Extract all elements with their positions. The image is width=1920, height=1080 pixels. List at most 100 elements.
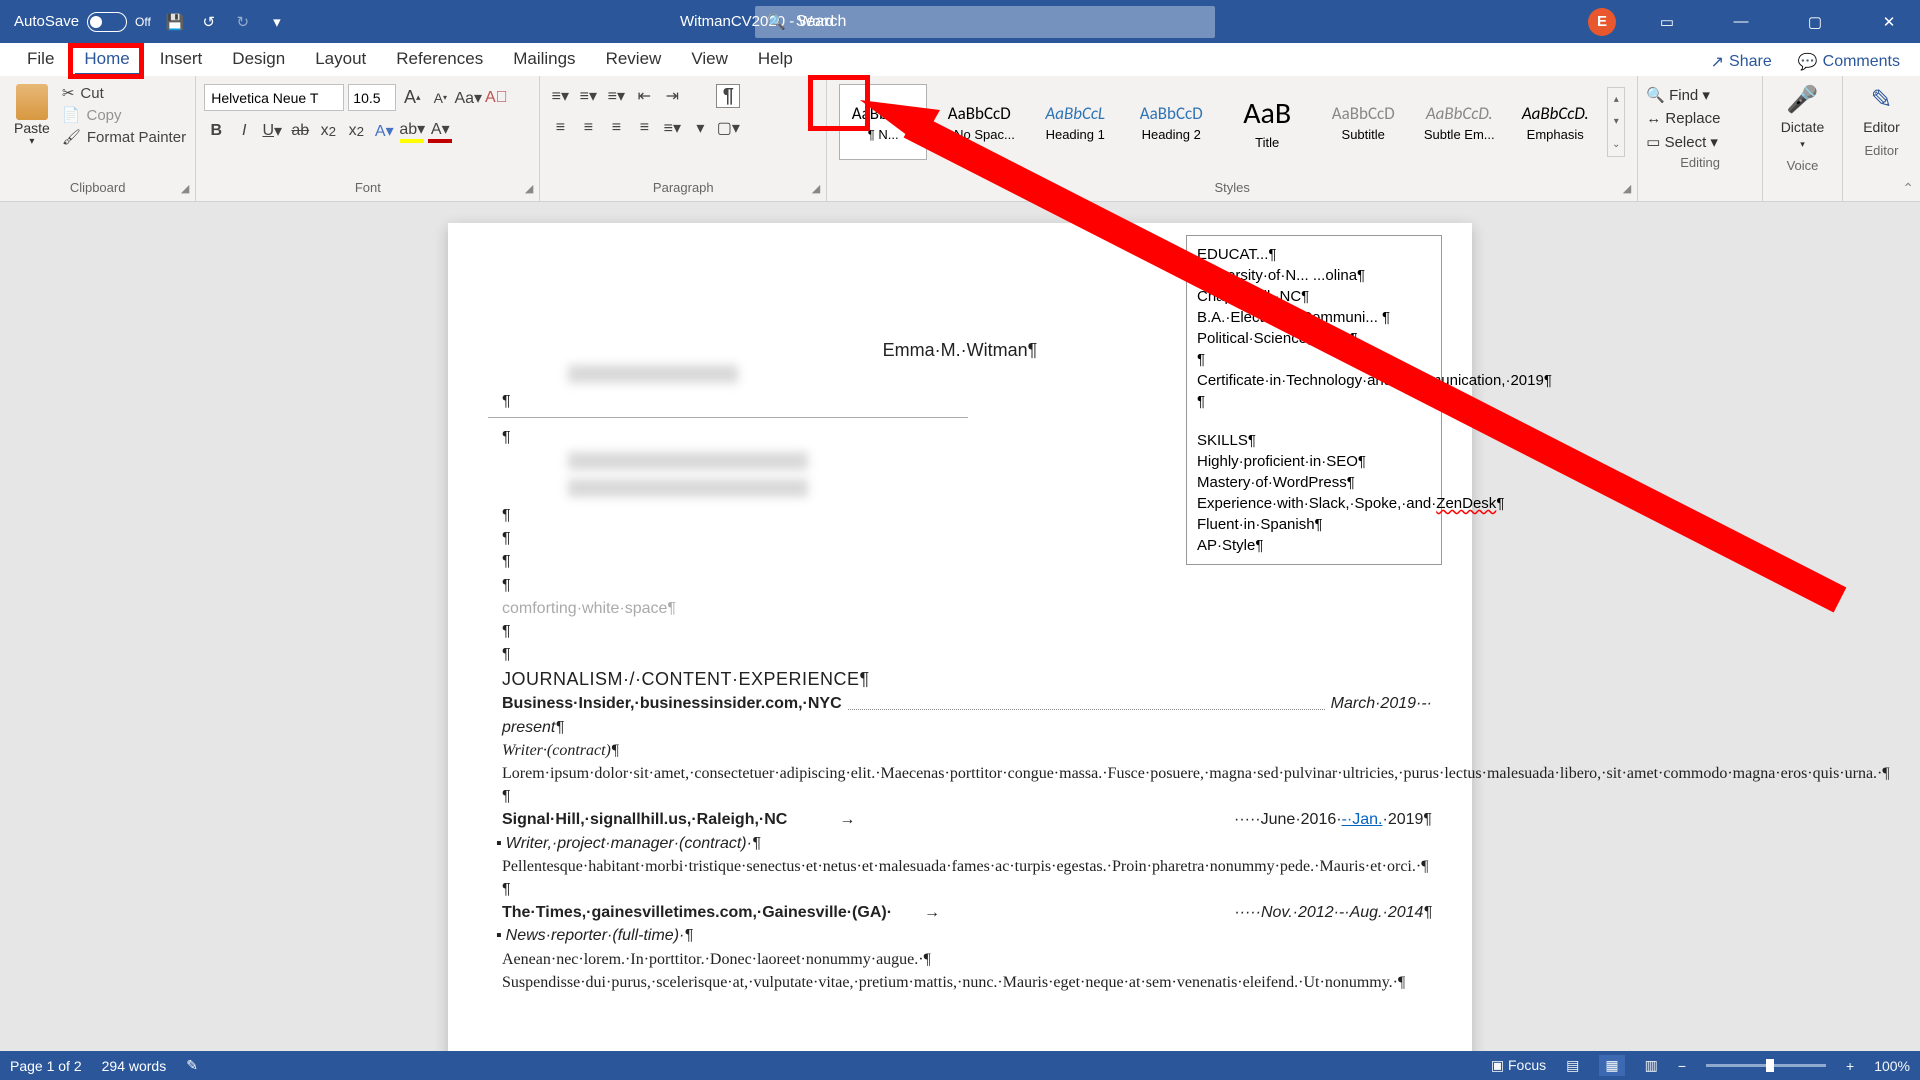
style-heading1[interactable]: AaBbCcLHeading 1 xyxy=(1031,84,1119,160)
font-launcher[interactable]: ◢ xyxy=(525,182,533,195)
strike-icon[interactable]: ab xyxy=(288,119,312,143)
borders-icon[interactable]: ▢▾ xyxy=(716,116,740,140)
clipboard-launcher[interactable]: ◢ xyxy=(181,182,189,195)
styles-launcher[interactable]: ◢ xyxy=(1623,182,1631,195)
italic-icon[interactable]: I xyxy=(232,119,256,143)
decrease-indent-icon[interactable]: ⇤ xyxy=(632,84,656,108)
undo-icon[interactable]: ↺ xyxy=(199,12,219,32)
tab-view[interactable]: View xyxy=(676,42,743,76)
font-size-input[interactable] xyxy=(348,84,396,111)
font-name-input[interactable] xyxy=(204,84,344,111)
tab-references[interactable]: References xyxy=(381,42,498,76)
share-button[interactable]: ↗Share xyxy=(1703,48,1780,76)
dictate-button[interactable]: 🎤 Dictate ▾ xyxy=(1771,80,1834,154)
replace-button[interactable]: ↔ Replace xyxy=(1646,110,1754,127)
increase-indent-icon[interactable]: ⇥ xyxy=(660,84,684,108)
multilevel-icon[interactable]: ≡▾ xyxy=(604,84,628,108)
print-layout-icon[interactable]: ▦ xyxy=(1599,1055,1624,1076)
paste-button[interactable]: Paste ▾ xyxy=(8,80,56,151)
text-effects-icon[interactable]: A▾ xyxy=(372,119,396,143)
shrink-font-icon[interactable]: A▾ xyxy=(428,86,452,110)
justify-icon[interactable]: ≡ xyxy=(632,116,656,140)
change-case-icon[interactable]: Aa▾ xyxy=(456,86,480,110)
bullets-icon[interactable]: ≡▾ xyxy=(548,84,572,108)
zoom-in-button[interactable]: + xyxy=(1846,1058,1854,1074)
search-input[interactable] xyxy=(796,13,1203,31)
line-spacing-icon[interactable]: ≡▾ xyxy=(660,116,684,140)
underline-icon[interactable]: U▾ xyxy=(260,119,284,143)
tab-design[interactable]: Design xyxy=(217,42,300,76)
shading-icon[interactable]: ▾ xyxy=(688,116,712,140)
paragraph-launcher[interactable]: ◢ xyxy=(812,182,820,195)
word-count[interactable]: 294 words xyxy=(102,1058,167,1074)
status-bar: Page 1 of 2 294 words ✎ ▣ Focus ▤ ▦ ▥ − … xyxy=(0,1051,1920,1080)
group-font-label: Font xyxy=(204,176,531,201)
read-mode-icon[interactable]: ▤ xyxy=(1566,1057,1579,1074)
autosave-label: AutoSave xyxy=(14,13,79,30)
focus-mode[interactable]: ▣ Focus xyxy=(1491,1057,1546,1074)
autosave-toggle[interactable]: AutoSave Off xyxy=(14,12,151,32)
maximize-button[interactable]: ▢ xyxy=(1792,0,1838,43)
minimize-button[interactable]: — xyxy=(1718,0,1764,43)
tab-file[interactable]: File xyxy=(12,42,69,76)
comments-button[interactable]: 💬Comments xyxy=(1790,48,1908,76)
format-painter-button[interactable]: 🖌Format Painter xyxy=(62,128,186,146)
cut-button[interactable]: ✂Cut xyxy=(62,84,186,102)
ribbon-display-icon[interactable]: ▭ xyxy=(1644,0,1690,43)
editor-icon: ✎ xyxy=(1871,84,1893,115)
subscript-icon[interactable]: x2 xyxy=(316,119,340,143)
document-canvas[interactable]: EDUCAT...¶ University·of·N... ...olina¶ … xyxy=(0,205,1920,1051)
paste-icon xyxy=(16,84,48,120)
group-voice-label: Voice xyxy=(1771,154,1834,179)
page-indicator[interactable]: Page 1 of 2 xyxy=(10,1058,82,1074)
tab-layout[interactable]: Layout xyxy=(300,42,381,76)
tab-mailings[interactable]: Mailings xyxy=(498,42,590,76)
search-box[interactable]: 🔍 xyxy=(755,6,1215,38)
annotation-home-box xyxy=(68,43,144,79)
proofing-icon[interactable]: ✎ xyxy=(186,1057,198,1074)
zoom-out-button[interactable]: − xyxy=(1678,1058,1686,1074)
redo-icon[interactable]: ↻ xyxy=(233,12,253,32)
align-left-icon[interactable]: ≡ xyxy=(548,116,572,140)
align-center-icon[interactable]: ≡ xyxy=(576,116,600,140)
superscript-icon[interactable]: x2 xyxy=(344,119,368,143)
align-right-icon[interactable]: ≡ xyxy=(604,116,628,140)
style-title[interactable]: AaBTitle xyxy=(1223,84,1311,160)
copy-icon: 📄 xyxy=(62,106,81,124)
editor-button[interactable]: ✎ Editor xyxy=(1851,80,1912,139)
styles-more-icon[interactable]: ▴▾⌄ xyxy=(1607,87,1625,157)
title-bar: AutoSave Off 💾 ↺ ↻ ▾ WitmanCV2020 - Word… xyxy=(0,0,1920,43)
find-button[interactable]: 🔍 Find ▾ xyxy=(1646,86,1754,104)
qat-more-icon[interactable]: ▾ xyxy=(267,12,287,32)
select-button[interactable]: ▭ Select ▾ xyxy=(1646,133,1754,151)
style-subtle-em[interactable]: AaBbCcD.Subtle Em... xyxy=(1415,84,1503,160)
style-subtitle[interactable]: AaBbCcDSubtitle xyxy=(1319,84,1407,160)
copy-button[interactable]: 📄Copy xyxy=(62,106,186,124)
highlight-icon[interactable]: ab▾ xyxy=(400,119,424,143)
font-color-icon[interactable]: A▾ xyxy=(428,119,452,143)
ribbon-home: Paste ▾ ✂Cut 📄Copy 🖌Format Painter Clipb… xyxy=(0,76,1920,202)
tab-help[interactable]: Help xyxy=(743,42,808,76)
styles-gallery[interactable]: AaBbCcD¶ N... AaBbCcD¶ No Spac... AaBbCc… xyxy=(835,80,1629,164)
style-nospacing[interactable]: AaBbCcD¶ No Spac... xyxy=(935,84,1023,160)
annotation-pilcrow-box xyxy=(808,75,870,131)
document-page[interactable]: EDUCAT...¶ University·of·N... ...olina¶ … xyxy=(448,223,1472,1051)
group-styles-label: Styles xyxy=(835,176,1629,201)
tab-review[interactable]: Review xyxy=(591,42,677,76)
bold-icon[interactable]: B xyxy=(204,119,228,143)
collapse-ribbon-icon[interactable]: ⌃ xyxy=(1902,180,1914,197)
numbering-icon[interactable]: ≡▾ xyxy=(576,84,600,108)
show-marks-button[interactable]: ¶ xyxy=(716,84,740,108)
style-heading2[interactable]: AaBbCcDHeading 2 xyxy=(1127,84,1215,160)
web-layout-icon[interactable]: ▥ xyxy=(1645,1057,1658,1074)
zoom-percent[interactable]: 100% xyxy=(1874,1058,1910,1074)
zoom-slider[interactable] xyxy=(1706,1064,1826,1067)
close-button[interactable]: ✕ xyxy=(1866,0,1912,43)
sidebar-text-box[interactable]: EDUCAT...¶ University·of·N... ...olina¶ … xyxy=(1186,235,1442,565)
clear-format-icon[interactable]: A⃠ xyxy=(484,86,508,110)
save-icon[interactable]: 💾 xyxy=(165,12,185,32)
grow-font-icon[interactable]: A▴ xyxy=(400,86,424,110)
user-avatar[interactable]: E xyxy=(1588,8,1616,36)
tab-insert[interactable]: Insert xyxy=(145,42,218,76)
style-emphasis[interactable]: AaBbCcD.Emphasis xyxy=(1511,84,1599,160)
